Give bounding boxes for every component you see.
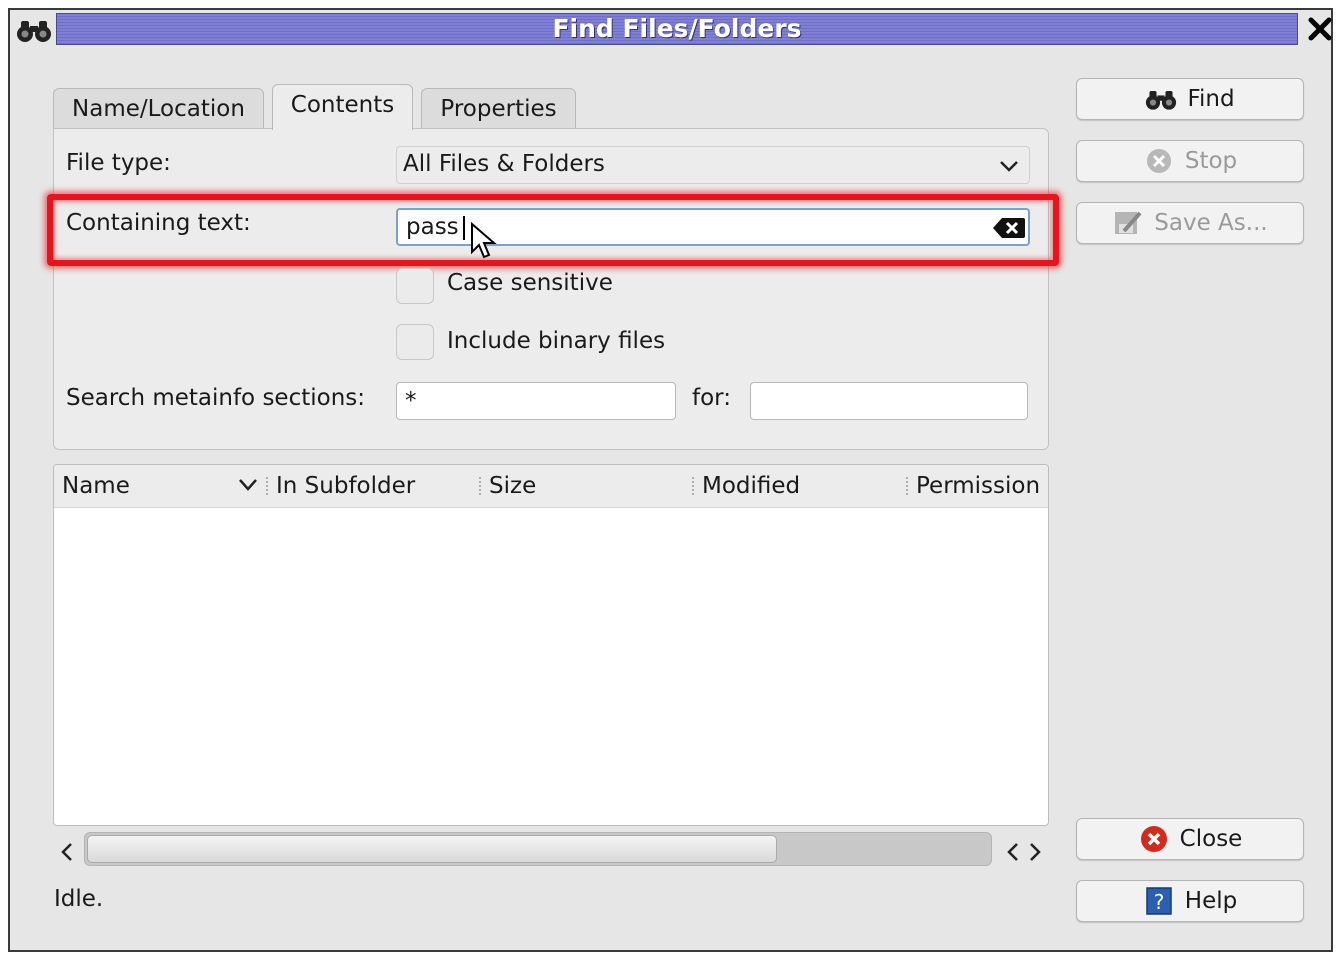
close-circle-icon [1140,826,1167,852]
close-button[interactable]: Close [1076,818,1304,860]
column-separator[interactable] [266,477,268,497]
tab-properties[interactable]: Properties [421,88,576,130]
tab-name-location[interactable]: Name/Location [53,88,264,130]
results-list[interactable]: Name In Subfolder Size Modified Permissi… [53,464,1049,826]
chevron-down-icon [239,479,257,491]
chevron-down-icon [1000,161,1018,172]
column-modified[interactable]: Modified [702,473,800,499]
scroll-left-arrow[interactable] [58,840,76,864]
column-separator[interactable] [906,477,908,497]
for-input[interactable] [750,382,1028,420]
help-button[interactable]: ? Help [1076,880,1304,922]
binoculars-icon[interactable] [16,16,52,44]
stop-button-label: Stop [1184,148,1238,174]
tab-contents[interactable]: Contents [272,84,413,130]
save-as-button-label: Save As... [1154,210,1268,236]
scroll-arrows-icon[interactable] [1002,840,1046,864]
for-label: for: [692,385,731,411]
title-bar: Find Files/Folders [10,10,1334,50]
save-as-button[interactable]: Save As... [1076,202,1304,244]
include-binary-label[interactable]: Include binary files [447,328,665,354]
stop-icon [1146,149,1171,173]
file-type-value: All Files & Folders [403,151,605,177]
column-in-subfolder[interactable]: In Subfolder [276,473,415,499]
find-button-label: Find [1187,86,1235,112]
metainfo-label: Search metainfo sections: [66,385,366,411]
title-strip[interactable]: Find Files/Folders [56,13,1298,45]
scrollbar-thumb[interactable] [87,835,777,863]
find-files-dialog: Find Files/Folders Name/Location Content… [8,8,1333,952]
results-header: Name In Subfolder Size Modified Permissi… [54,465,1048,508]
help-button-label: Help [1184,888,1238,914]
case-sensitive-checkbox[interactable] [396,268,434,304]
file-type-select[interactable]: All Files & Folders [396,146,1030,184]
window-title: Find Files/Folders [552,14,802,43]
metainfo-input[interactable] [396,382,676,420]
highlight-box [47,194,1059,266]
stop-button[interactable]: Stop [1076,140,1304,182]
status-text: Idle. [54,886,104,912]
help-icon: ? [1146,887,1172,915]
save-as-icon [1115,211,1142,234]
binoculars-icon [1146,91,1177,110]
column-separator[interactable] [692,477,694,497]
column-size[interactable]: Size [489,473,536,499]
file-type-label: File type: [66,150,171,176]
column-separator[interactable] [479,477,481,497]
close-button-label: Close [1179,826,1243,852]
column-permission[interactable]: Permission [916,473,1040,499]
include-binary-checkbox[interactable] [396,324,434,360]
horizontal-scrollbar[interactable] [84,832,992,866]
case-sensitive-label[interactable]: Case sensitive [447,270,613,296]
close-window-icon[interactable] [1306,14,1334,44]
column-name[interactable]: Name [62,473,130,499]
svg-text:?: ? [1153,890,1164,914]
find-button[interactable]: Find [1076,78,1304,120]
